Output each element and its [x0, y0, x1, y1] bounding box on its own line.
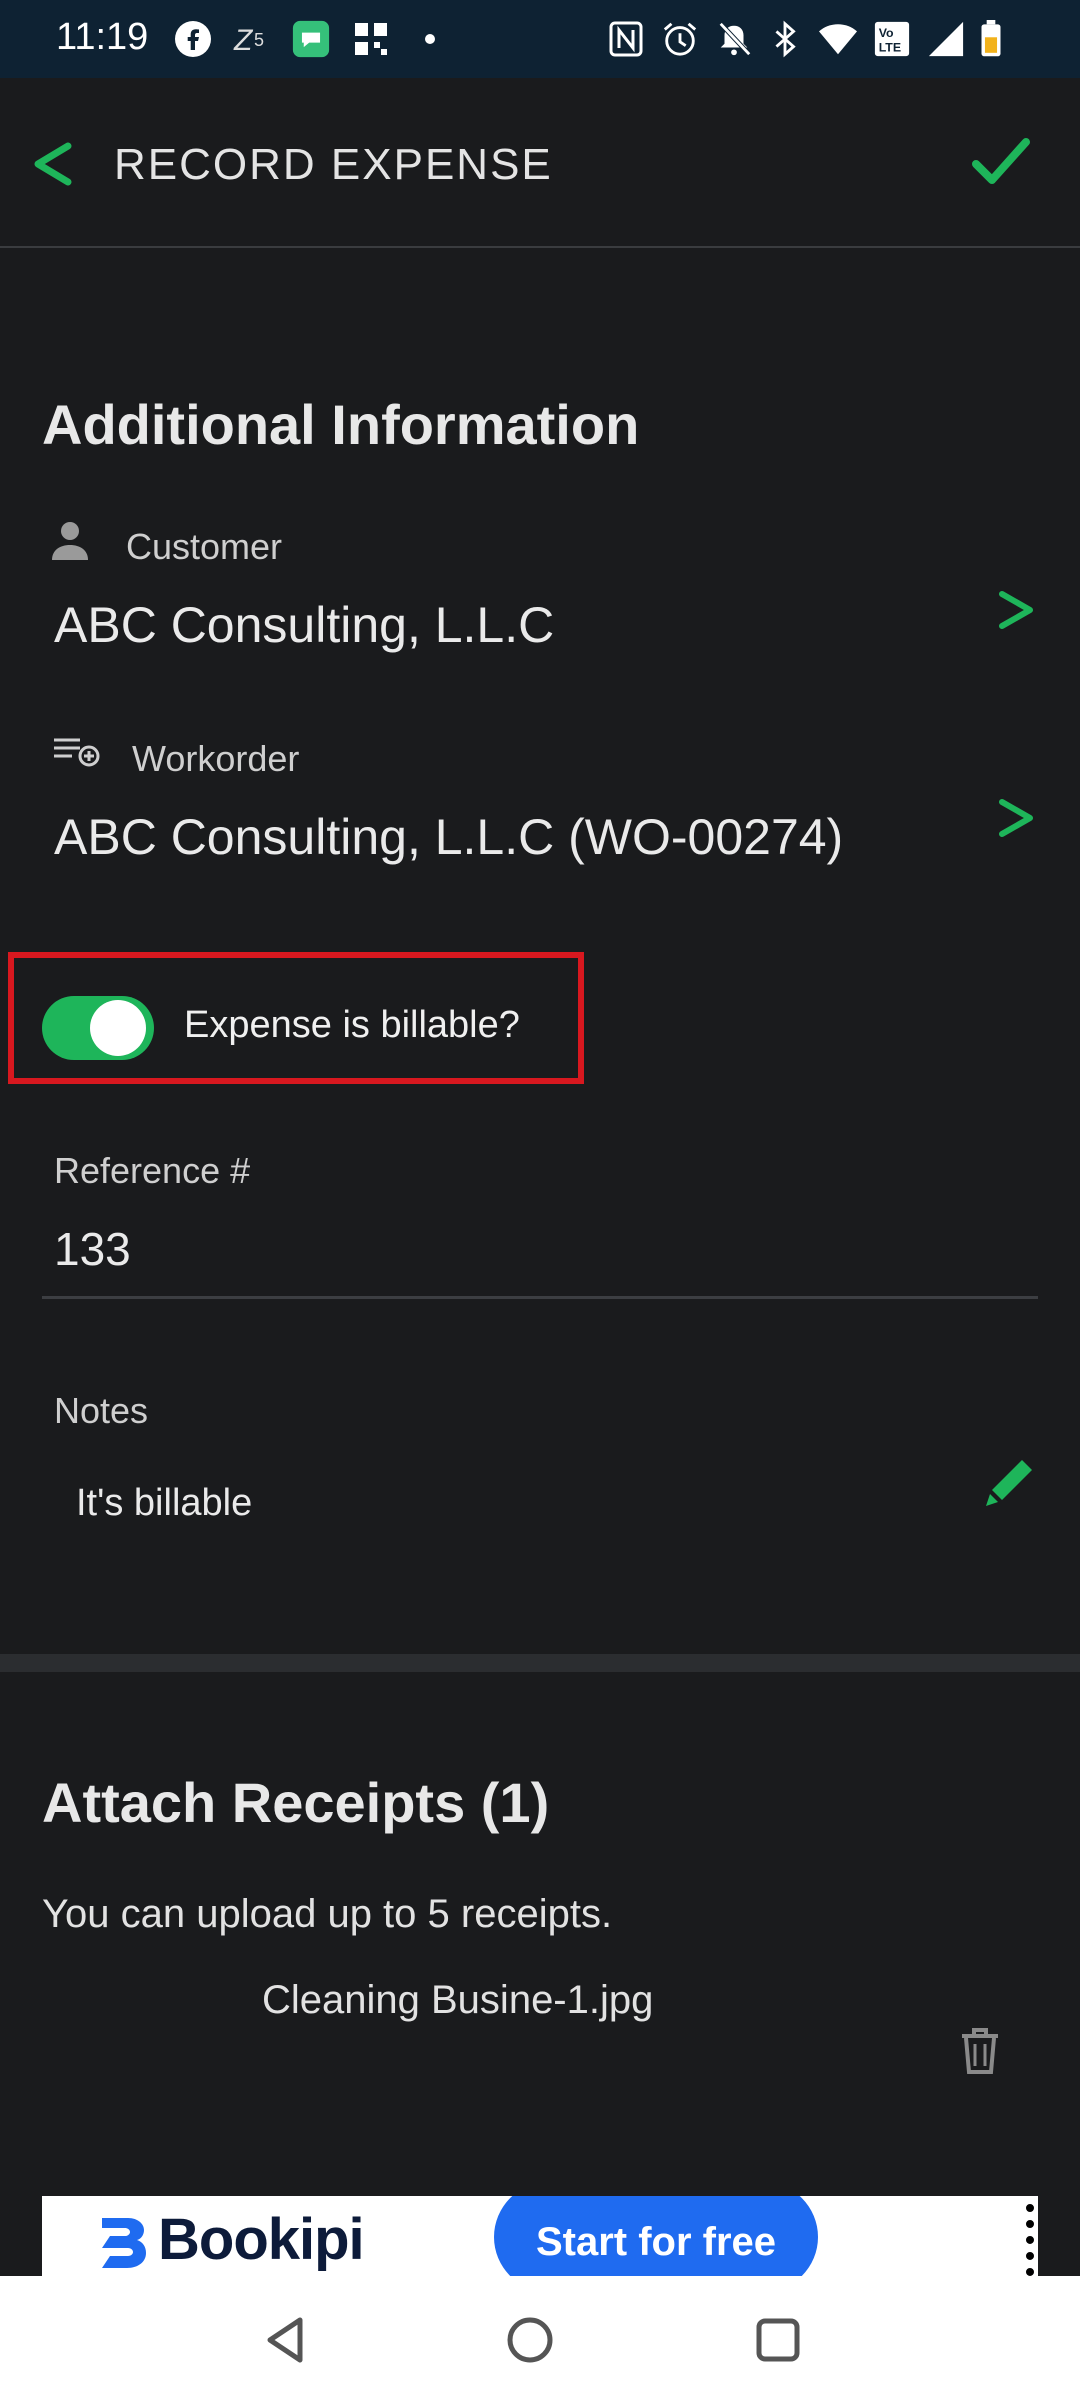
chevron-right-icon[interactable] — [996, 796, 1036, 840]
mute-icon — [718, 22, 751, 56]
customer-value: ABC Consulting, L.L.C — [54, 597, 555, 653]
volte-icon: VoLTE — [874, 21, 910, 57]
bluetooth-icon — [775, 20, 796, 58]
svg-text:LTE: LTE — [879, 40, 901, 54]
nfc-icon — [609, 21, 643, 57]
ad-brand: Bookipi — [158, 2207, 365, 2272]
facebook-icon — [175, 21, 211, 57]
nav-back-icon[interactable] — [260, 2314, 312, 2366]
notes-value: It's billable — [76, 1482, 253, 1524]
workorder-label: Workorder — [132, 738, 300, 779]
additional-info-title: Additional Information — [42, 393, 640, 456]
back-chevron-icon[interactable] — [30, 140, 74, 188]
attach-receipts-title: Attach Receipts (1) — [42, 1771, 550, 1834]
attach-receipts-subtitle: You can upload up to 5 receipts. — [42, 1892, 613, 1936]
toggle-knob — [90, 1000, 146, 1056]
nav-home-icon[interactable] — [504, 2314, 556, 2366]
bookipi-logo-icon — [102, 2218, 146, 2268]
status-bar: 11:19 Z5 Vo LTE — [0, 0, 1080, 78]
svg-text:Z: Z — [233, 24, 254, 57]
check-icon[interactable] — [970, 132, 1030, 192]
billable-toggle[interactable] — [42, 996, 154, 1060]
person-icon — [52, 522, 88, 560]
reference-label: Reference # — [54, 1150, 251, 1191]
svg-text:Vo: Vo — [879, 26, 894, 40]
reference-underline — [42, 1296, 1038, 1299]
battery-icon — [981, 20, 1001, 57]
workorder-value: ABC Consulting, L.L.C (WO-00274) — [54, 809, 844, 865]
billable-label: Expense is billable? — [184, 1004, 520, 1046]
reference-value[interactable]: 133 — [54, 1222, 131, 1276]
ad-banner[interactable]: Bookipi Start for free — [42, 2196, 1038, 2276]
signal-icon — [928, 21, 964, 57]
zee5-icon: Z5 — [233, 24, 264, 57]
ad-options-icon[interactable] — [1026, 2204, 1038, 2276]
page-title: RECORD EXPENSE — [114, 140, 553, 189]
chevron-right-icon[interactable] — [996, 588, 1036, 632]
alarm-icon — [663, 22, 697, 56]
svg-text:5: 5 — [254, 30, 264, 50]
trash-icon[interactable] — [958, 2026, 1002, 2076]
messages-icon — [292, 20, 330, 58]
status-time: 11:19 — [56, 16, 149, 58]
ad-cta-label: Start for free — [535, 2220, 777, 2264]
notes-label: Notes — [54, 1390, 149, 1431]
workorder-list-icon — [54, 738, 100, 767]
pencil-icon[interactable] — [984, 1456, 1036, 1508]
receipt-file-name[interactable]: Cleaning Busine-1.jpg — [262, 1978, 653, 2023]
wifi-icon — [819, 24, 857, 55]
system-nav-bar — [0, 2276, 1080, 2400]
section-divider — [0, 1654, 1080, 1672]
app-bar: RECORD EXPENSE — [0, 78, 1080, 248]
nav-recents-icon[interactable] — [752, 2314, 804, 2366]
app-grid-icon — [355, 23, 387, 55]
dot-icon — [425, 34, 435, 44]
customer-label: Customer — [126, 526, 283, 567]
ad-cta-button[interactable]: Start for free — [494, 2196, 818, 2276]
